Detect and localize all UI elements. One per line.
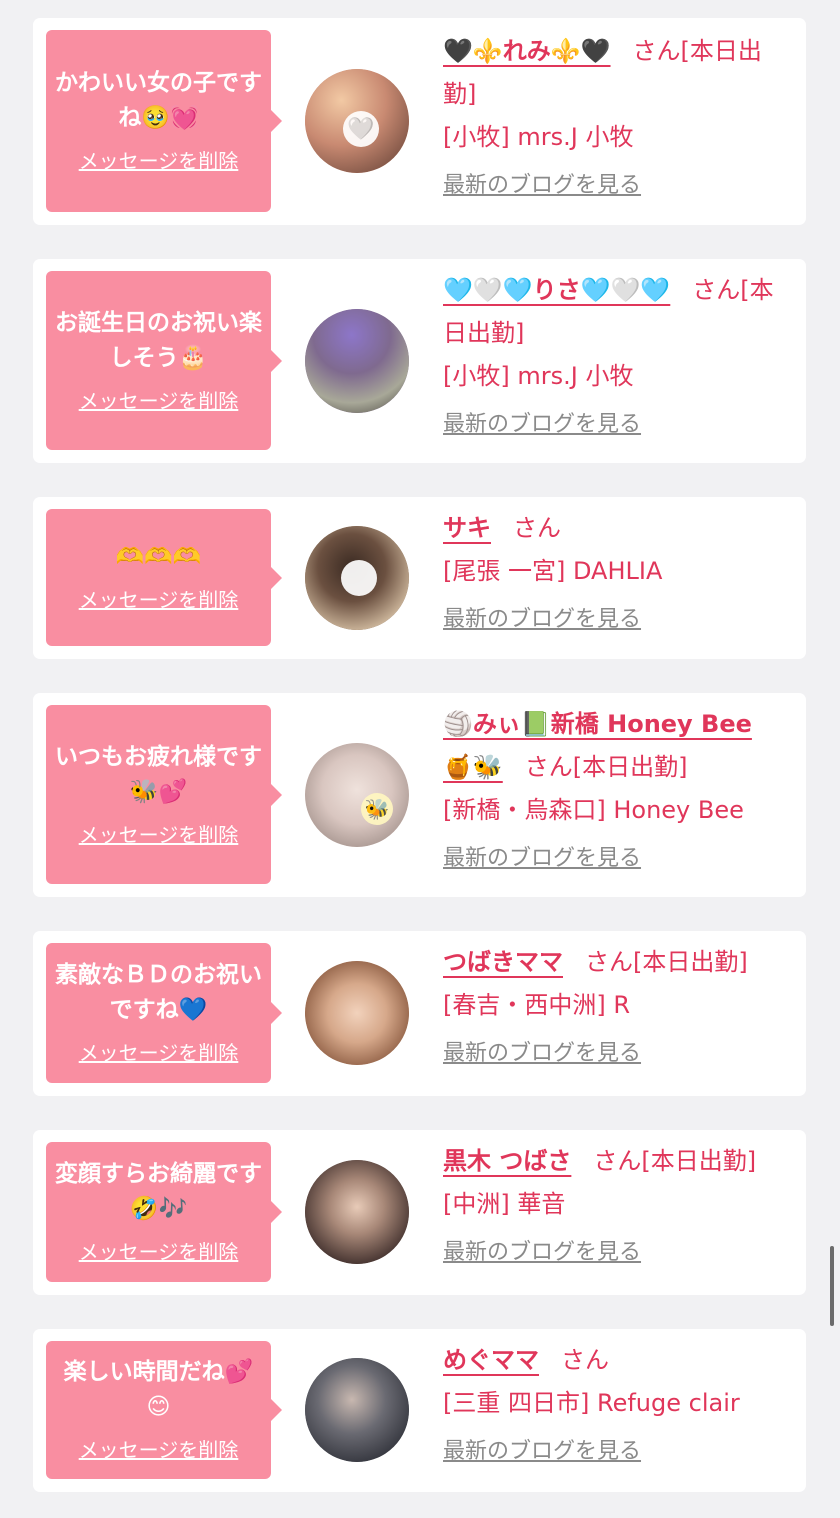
status-text: [本日出勤]: [633, 948, 748, 976]
delete-message-link[interactable]: メッセージを削除: [79, 1040, 239, 1066]
shop-text: [中洲] 華音: [443, 1190, 566, 1218]
message-list: かわいい女の子ですね🥹💓 メッセージを削除 🤍 🖤⚜️れみ⚜️🖤 さん[本日出勤]…: [0, 0, 840, 1518]
message-text: 変顔すらお綺麗です🤣🎶: [55, 1161, 262, 1222]
blog-link[interactable]: 最新のブログを見る: [443, 1037, 641, 1071]
bee-sticker-icon: 🐝: [361, 793, 393, 825]
name-line: めぐママ さん: [443, 1339, 788, 1382]
honorific: さん: [513, 514, 561, 542]
cast-info: 🖤⚜️れみ⚜️🖤 さん[本日出勤] [小牧] mrs.J 小牧 最新のブログを見る: [443, 30, 788, 206]
cast-name-link[interactable]: 黒木 つばさ: [443, 1147, 571, 1175]
delete-message-link[interactable]: メッセージを削除: [79, 822, 239, 848]
name-line: 🏐みぃ📗新橋 Honey Bee 🍯🐝 さん[本日出勤]: [443, 703, 788, 789]
list-item: 🫶🫶🫶 メッセージを削除 サキ さん [尾張 一宮] DAHLIA 最新のブログを…: [33, 497, 806, 659]
cast-info: 黒木 つばさ さん[本日出勤] [中洲] 華音 最新のブログを見る: [443, 1140, 788, 1273]
message-bubble: かわいい女の子ですね🥹💓 メッセージを削除: [46, 30, 282, 212]
shop-text: [春吉・西中洲] R: [443, 991, 631, 1019]
status-text: [本日出勤]: [572, 753, 688, 781]
heart-sticker-icon: 🤍: [343, 111, 379, 147]
cast-info: めぐママ さん [三重 四日市] Refuge clair 最新のブログを見る: [443, 1339, 788, 1472]
message-bubble: 変顔すらお綺麗です🤣🎶 メッセージを削除: [46, 1142, 282, 1282]
list-item: 変顔すらお綺麗です🤣🎶 メッセージを削除 黒木 つばさ さん[本日出勤] [中洲]…: [33, 1130, 806, 1295]
cast-info: 🩵🤍🩵りさ🩵🤍🩵 さん[本日出勤] [小牧] mrs.J 小牧 最新のブログを見る: [443, 269, 788, 445]
avatar-photo: [305, 1358, 409, 1462]
message-bubble: お誕生日のお祝い楽しそう🎂 メッセージを削除: [46, 271, 282, 450]
avatar-photo: [305, 1160, 409, 1264]
avatar[interactable]: 🤍: [305, 69, 409, 173]
list-item: 楽しい時間だね💕😊 メッセージを削除 めぐママ さん [三重 四日市] Refug…: [33, 1329, 806, 1492]
list-item: お誕生日のお祝い楽しそう🎂 メッセージを削除 🩵🤍🩵りさ🩵🤍🩵 さん[本日出勤] …: [33, 259, 806, 463]
scrollbar[interactable]: [830, 1246, 834, 1326]
delete-message-link[interactable]: メッセージを削除: [79, 1239, 239, 1265]
honorific: さん: [585, 948, 633, 976]
avatar-photo: [305, 743, 409, 847]
list-item: かわいい女の子ですね🥹💓 メッセージを削除 🤍 🖤⚜️れみ⚜️🖤 さん[本日出勤]…: [33, 18, 806, 225]
avatar[interactable]: [305, 1160, 409, 1264]
message-text: 🫶🫶🫶: [115, 544, 202, 570]
blog-link[interactable]: 最新のブログを見る: [443, 169, 641, 203]
avatar[interactable]: [305, 526, 409, 630]
face-blur-sticker: [341, 560, 377, 596]
avatar[interactable]: [305, 309, 409, 413]
message-text: お誕生日のお祝い楽しそう🎂: [55, 309, 262, 371]
cast-info: 🏐みぃ📗新橋 Honey Bee 🍯🐝 さん[本日出勤] [新橋・烏森口] Hon…: [443, 703, 788, 879]
blog-link[interactable]: 最新のブログを見る: [443, 603, 641, 637]
cast-name-link[interactable]: サキ: [443, 514, 491, 542]
shop-text: [小牧] mrs.J 小牧: [443, 123, 634, 151]
shop-text: [新橋・烏森口] Honey Bee: [443, 796, 744, 824]
message-text: 楽しい時間だね💕😊: [63, 1359, 254, 1420]
message-bubble: いつもお疲れ様です🐝💕 メッセージを削除: [46, 705, 282, 884]
blog-link[interactable]: 最新のブログを見る: [443, 1236, 641, 1270]
list-item: いつもお疲れ様です🐝💕 メッセージを削除 🐝 🏐みぃ📗新橋 Honey Bee …: [33, 693, 806, 897]
avatar[interactable]: [305, 961, 409, 1065]
message-text: いつもお疲れ様です🐝💕: [55, 743, 262, 805]
blog-link[interactable]: 最新のブログを見る: [443, 1435, 641, 1469]
shop-text: [尾張 一宮] DAHLIA: [443, 557, 663, 585]
delete-message-link[interactable]: メッセージを削除: [79, 1437, 239, 1463]
honorific: さん: [632, 37, 681, 65]
blog-link[interactable]: 最新のブログを見る: [443, 842, 641, 876]
honorific: さん: [692, 276, 741, 304]
name-line: 黒木 つばさ さん[本日出勤]: [443, 1140, 788, 1183]
status-text: [本日出勤]: [641, 1147, 757, 1175]
cast-name-link[interactable]: つばきママ: [443, 948, 563, 976]
message-bubble: 素敵なＢＤのお祝いですね💙 メッセージを削除: [46, 943, 282, 1083]
cast-name-link[interactable]: 🖤⚜️れみ⚜️🖤: [443, 37, 611, 65]
honorific: さん: [593, 1147, 642, 1175]
honorific: さん: [561, 1346, 609, 1374]
delete-message-link[interactable]: メッセージを削除: [79, 388, 239, 414]
avatar-photo: [305, 309, 409, 413]
shop-text: [小牧] mrs.J 小牧: [443, 362, 634, 390]
delete-message-link[interactable]: メッセージを削除: [79, 587, 239, 613]
honorific: さん: [524, 753, 573, 781]
name-line: 🩵🤍🩵りさ🩵🤍🩵 さん[本日出勤]: [443, 269, 788, 355]
avatar[interactable]: 🐝: [305, 743, 409, 847]
avatar[interactable]: [305, 1358, 409, 1462]
avatar-photo: [305, 961, 409, 1065]
shop-text: [三重 四日市] Refuge clair: [443, 1389, 740, 1417]
message-text: 素敵なＢＤのお祝いですね💙: [55, 962, 262, 1023]
name-line: サキ さん: [443, 507, 788, 550]
message-bubble: 🫶🫶🫶 メッセージを削除: [46, 509, 282, 646]
name-line: つばきママ さん[本日出勤]: [443, 941, 788, 984]
name-line: 🖤⚜️れみ⚜️🖤 さん[本日出勤]: [443, 30, 788, 116]
cast-name-link[interactable]: めぐママ: [443, 1346, 539, 1374]
message-bubble: 楽しい時間だね💕😊 メッセージを削除: [46, 1341, 282, 1479]
message-text: かわいい女の子ですね🥹💓: [55, 70, 262, 131]
blog-link[interactable]: 最新のブログを見る: [443, 408, 641, 442]
cast-name-link[interactable]: 🩵🤍🩵りさ🩵🤍🩵: [443, 276, 670, 304]
delete-message-link[interactable]: メッセージを削除: [79, 148, 239, 174]
cast-info: つばきママ さん[本日出勤] [春吉・西中洲] R 最新のブログを見る: [443, 941, 788, 1074]
list-item: 素敵なＢＤのお祝いですね💙 メッセージを削除 つばきママ さん[本日出勤] [春吉…: [33, 931, 806, 1096]
cast-info: サキ さん [尾張 一宮] DAHLIA 最新のブログを見る: [443, 507, 788, 640]
